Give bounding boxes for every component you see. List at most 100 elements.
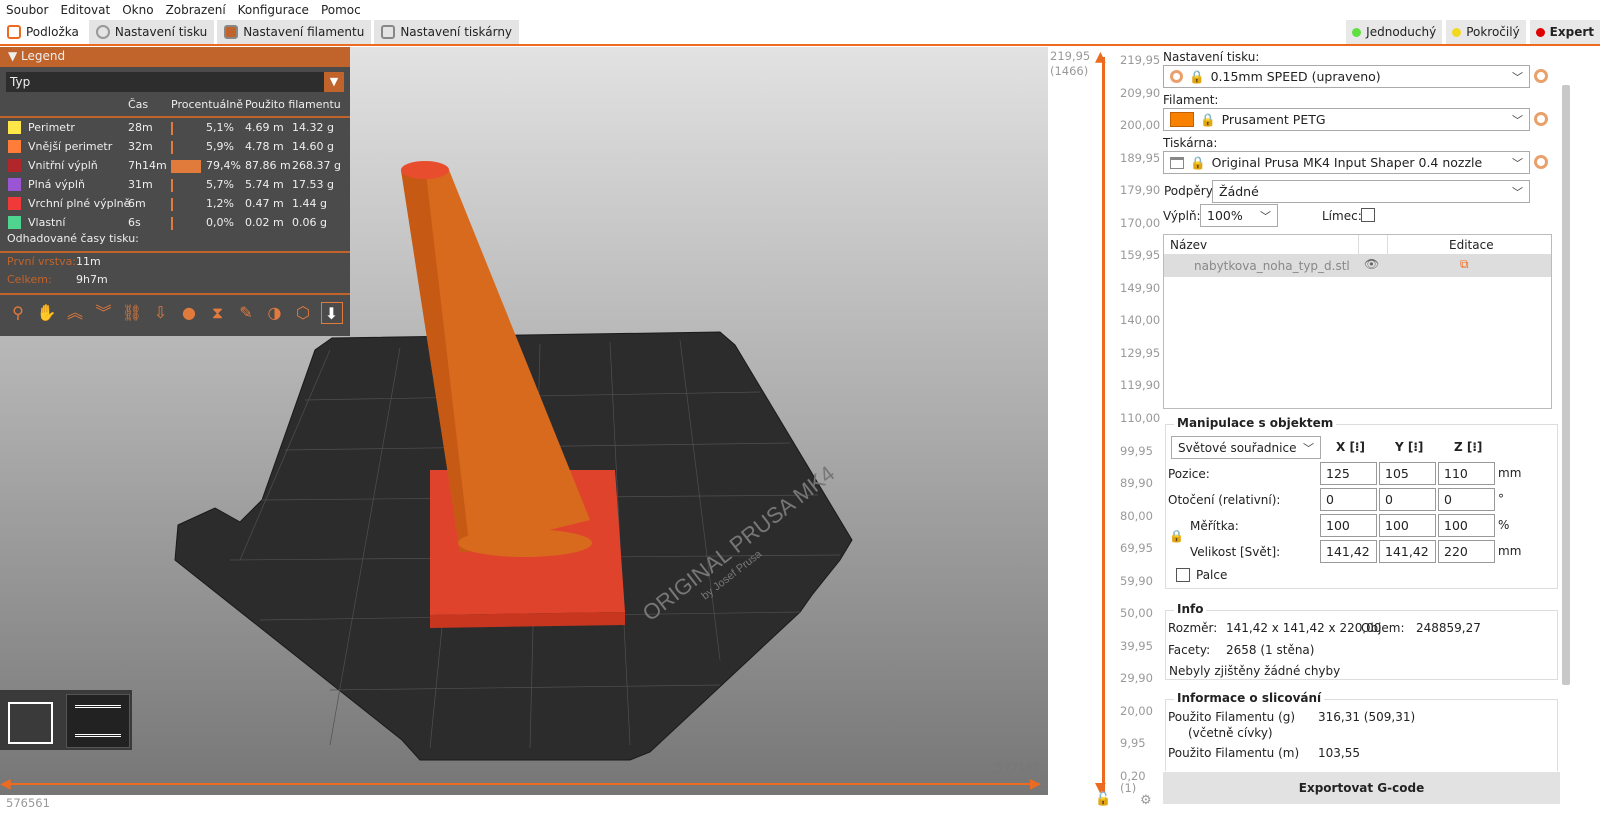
deretractions-icon[interactable]: ︾ (93, 302, 115, 324)
pause-icon[interactable]: ⧗ (207, 302, 229, 324)
legend-row[interactable]: Vnitřní výplň 7h14m 79,4% 87.86 m 268.37… (0, 157, 350, 175)
infill-combo[interactable]: 100% ﹀ (1200, 204, 1278, 227)
legend-row[interactable]: Plná výplň 31m 5,7% 5.74 m 17.53 g (0, 176, 350, 194)
mode-advanced-button[interactable]: Pokročilý (1446, 20, 1526, 44)
menu-window[interactable]: Okno (116, 0, 159, 20)
travel-icon[interactable]: ⚲ (7, 302, 29, 324)
legend-row[interactable]: Vnější perimetr 32m 5,9% 4.78 m 14.60 g (0, 138, 350, 156)
lock-icon: 🔒 (1190, 154, 1206, 170)
sidebar: Nastavení tisku: 🔒 0.15mm SPEED (upraveno… (1160, 47, 1560, 826)
manip-field-x[interactable]: 125 (1320, 462, 1377, 485)
manip-field-y[interactable]: 100 (1379, 514, 1436, 537)
filament-combo[interactable]: 🔒 Prusament PETG ﹀ (1163, 108, 1530, 131)
menu-file[interactable]: Soubor (0, 0, 54, 20)
legend-row[interactable]: Perimetr 28m 5,1% 4.69 m 14.32 g (0, 119, 350, 137)
scale-lock-icon[interactable]: 🔒 (1169, 529, 1184, 543)
coordinates-combo[interactable]: Světové souřadnice ﹀ (1171, 436, 1321, 459)
hslider-left-value: 576561 (6, 796, 50, 810)
info-group: Info Rozměr: 141,42 x 141,42 x 220,00 Ob… (1165, 602, 1558, 680)
slider-track[interactable] (1102, 57, 1105, 792)
upper-thumb-icon[interactable]: ▲ (1095, 49, 1106, 65)
horizontal-slider[interactable] (10, 783, 1040, 785)
tool-changes-icon[interactable]: ⇩ (150, 302, 172, 324)
manip-field-y[interactable]: 141,42 (1379, 540, 1436, 563)
tab-print-settings[interactable]: Nastavení tisku (88, 20, 215, 44)
wipe-icon[interactable]: ✋ (36, 302, 58, 324)
manip-field-y[interactable]: 0 (1379, 488, 1436, 511)
layer-tick-label: 29,90 (1120, 671, 1153, 686)
red-dot-icon (1535, 27, 1545, 37)
seams-icon[interactable]: ⛓ (121, 302, 143, 324)
axis-y: Y [⁝] (1395, 440, 1424, 454)
menu-view[interactable]: Zobrazení (160, 0, 232, 20)
preview-view-button[interactable] (66, 694, 130, 748)
3d-view-button[interactable] (8, 702, 53, 744)
color-swatch (8, 159, 21, 172)
brim-checkbox[interactable] (1361, 208, 1375, 222)
coordinates-value: Světové souřadnice (1178, 440, 1297, 455)
manip-field-x[interactable]: 141,42 (1320, 540, 1377, 563)
plater-icon (7, 25, 21, 39)
menu-edit[interactable]: Editovat (54, 0, 116, 20)
filament-gear-icon[interactable] (1534, 112, 1548, 126)
center-of-gravity-icon[interactable]: ◑ (264, 302, 286, 324)
eye-icon[interactable]: 👁 (1364, 257, 1379, 271)
shells-icon[interactable]: ⬡ (292, 302, 314, 324)
feature-time: 6m (128, 197, 146, 210)
edit-icon[interactable]: ⧉ (1460, 257, 1469, 272)
hslider-right-value: 577187 (996, 761, 1040, 775)
mode-simple-button[interactable]: Jednoduchý (1346, 20, 1443, 44)
custom-gcode-icon[interactable]: ✎ (235, 302, 257, 324)
spool-icon (224, 25, 239, 39)
manip-field-z[interactable]: 0 (1438, 488, 1495, 511)
menu-help[interactable]: Pomoc (315, 0, 367, 20)
layer-tick-label: 119,90 (1120, 378, 1161, 393)
slider-right-arrow-icon[interactable]: ▶ (1030, 776, 1041, 792)
legend-header[interactable]: ▼ Legend (0, 47, 350, 67)
filament-value: Prusament PETG (1221, 112, 1326, 127)
unit-label: % (1498, 518, 1510, 532)
manip-field-z[interactable]: 100 (1438, 514, 1495, 537)
supports-combo[interactable]: Žádné ﹀ (1212, 180, 1530, 203)
menu-bar: Soubor Editovat Okno Zobrazení Konfigura… (0, 0, 1600, 20)
layer-tick-label: 89,90 (1120, 476, 1153, 491)
legend-title: Legend (21, 49, 66, 63)
view-type-select[interactable]: Typ ▼ (6, 72, 344, 92)
manip-field-z[interactable]: 220 (1438, 540, 1495, 563)
tool-marker-icon[interactable]: ⬇ (320, 302, 343, 324)
export-gcode-button[interactable]: Exportovat G-code (1163, 772, 1560, 804)
printer-gear-icon[interactable] (1534, 155, 1548, 169)
lock-icon[interactable]: 🔓 (1095, 792, 1111, 807)
color-changes-icon[interactable]: ● (178, 302, 200, 324)
tab-printer-settings[interactable]: Nastavení tiskárny (374, 20, 520, 44)
print-settings-gear-icon[interactable] (1534, 69, 1548, 83)
gear-icon[interactable]: ⚙ (1140, 793, 1152, 808)
manip-row-label: Velikost [Svět]: (1190, 545, 1281, 559)
layer-tick-label: 59,90 (1120, 573, 1153, 588)
manip-field-z[interactable]: 110 (1438, 462, 1495, 485)
tab-plater[interactable]: Podložka (0, 20, 86, 44)
mode-expert-button[interactable]: Expert (1529, 20, 1600, 44)
inches-checkbox[interactable] (1176, 568, 1190, 582)
vertical-layer-slider[interactable]: 219,95 (1466) ▲ ▼ 🔓 ⚙ 219,95 209,90 200,00… (1048, 47, 1161, 808)
object-row[interactable]: nabytkova_noha_typ_d.stl 👁 ⧉ (1164, 255, 1551, 277)
tab-filament-settings[interactable]: Nastavení filamentu (217, 20, 372, 44)
manip-field-y[interactable]: 105 (1379, 462, 1436, 485)
feature-percent: 0,0% (206, 216, 234, 229)
printer-combo[interactable]: 🔒 Original Prusa MK4 Input Shaper 0.4 noz… (1163, 151, 1530, 174)
menu-configuration[interactable]: Konfigurace (232, 0, 315, 20)
retractions-icon[interactable]: ︽ (64, 302, 86, 324)
unit-label: mm (1498, 544, 1522, 558)
sidebar-scrollbar[interactable] (1562, 85, 1570, 685)
printer-icon (1170, 156, 1184, 169)
feature-name: Vrchní plné výplně (28, 197, 131, 210)
legend-row[interactable]: Vrchní plné výplně 6m 1,2% 0.47 m 1.44 g (0, 195, 350, 213)
feature-time: 6s (128, 216, 141, 229)
filament-color-swatch[interactable] (1170, 112, 1194, 127)
print-profile-combo[interactable]: 🔒 0.15mm SPEED (upraveno) ﹀ (1163, 65, 1530, 88)
yellow-dot-icon (1452, 27, 1462, 37)
estimated-times-label: Odhadované časy tisku: (7, 232, 139, 245)
manip-field-x[interactable]: 0 (1320, 488, 1377, 511)
slider-left-arrow-icon[interactable]: ◀ (0, 776, 11, 792)
manip-field-x[interactable]: 100 (1320, 514, 1377, 537)
